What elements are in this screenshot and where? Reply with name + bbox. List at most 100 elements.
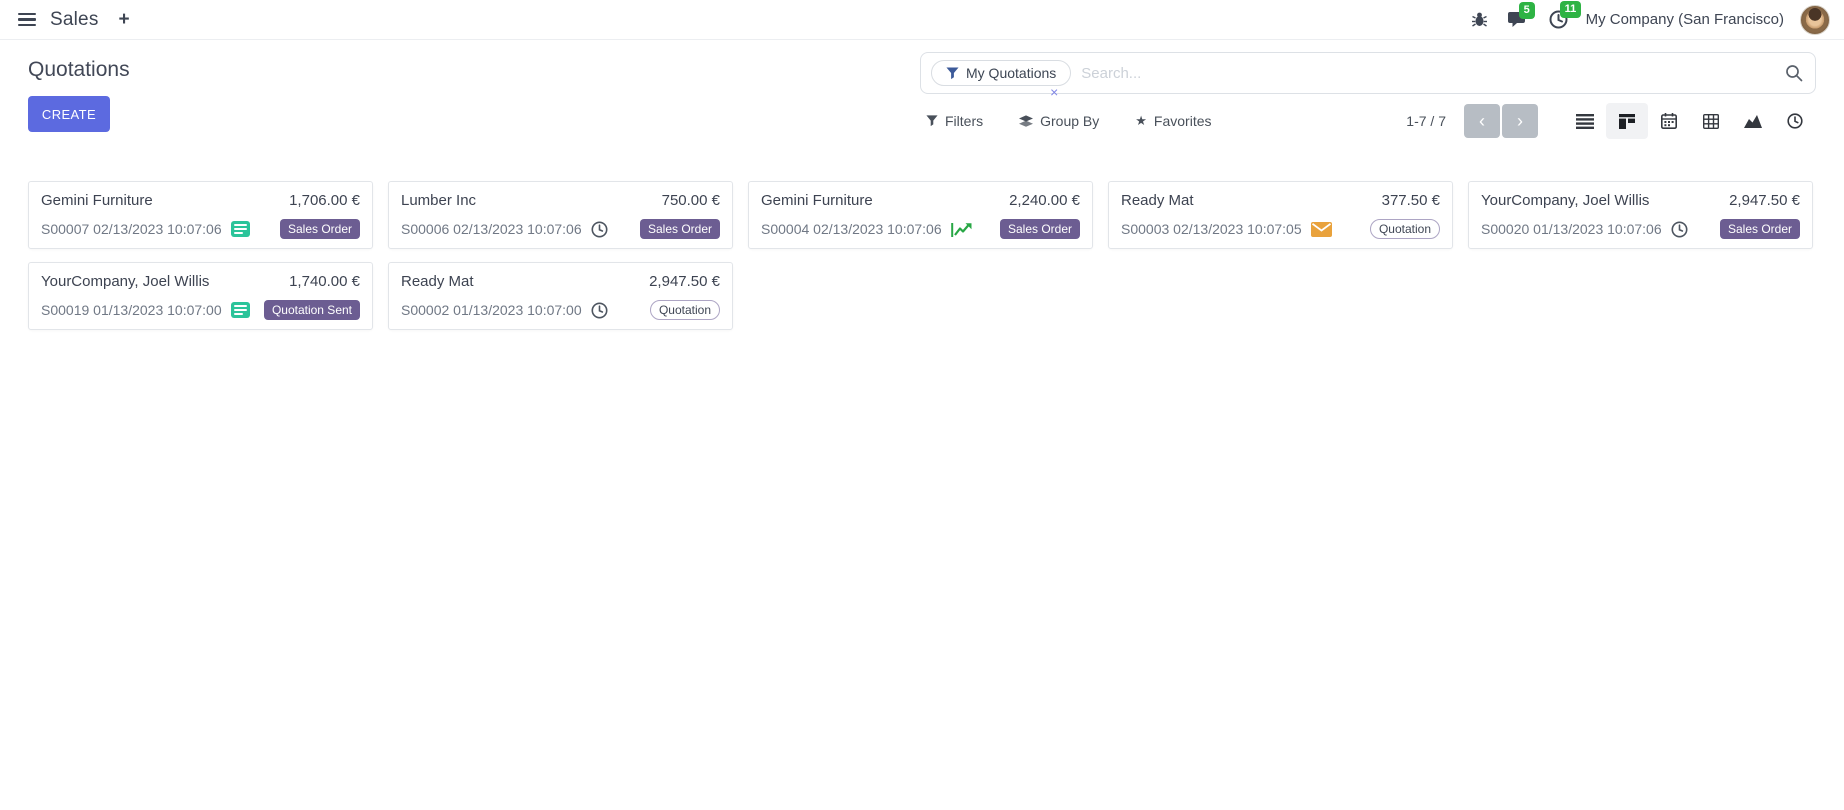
search-bar[interactable]: My Quotations × — [920, 52, 1816, 94]
card-status-badge: Quotation Sent — [264, 300, 360, 320]
search-input[interactable] — [1071, 65, 1785, 82]
bug-icon — [1471, 11, 1488, 28]
quotation-card[interactable]: Lumber Inc 750.00 € S00006 02/13/2023 10… — [388, 181, 733, 249]
clock-activity-icon[interactable] — [591, 221, 608, 238]
pager-next-icon[interactable]: › — [1502, 104, 1538, 138]
graph-view-icon[interactable] — [1732, 103, 1774, 139]
control-panel-row2: Filters Group By ★ Favorites 1-7 / 7 ‹ — [920, 103, 1816, 139]
clock-activity-icon[interactable] — [591, 302, 608, 319]
card-amount: 1,740.00 € — [289, 273, 360, 290]
card-bottom-row: S00002 01/13/2023 10:07:00 Quotation — [401, 300, 720, 320]
card-amount: 2,947.50 € — [1729, 192, 1800, 209]
activities-count-badge: 11 — [1560, 1, 1582, 18]
filters-funnel-icon — [926, 115, 938, 127]
card-bottom-row: S00004 02/13/2023 10:07:06 Sales Order — [761, 219, 1080, 239]
filter-funnel-icon — [946, 67, 959, 80]
favorites-star-icon: ★ — [1135, 113, 1147, 129]
card-customer: Lumber Inc — [401, 192, 476, 209]
note-activity-icon[interactable] — [231, 302, 250, 318]
card-top-row: Lumber Inc 750.00 € — [401, 192, 720, 209]
card-reference: S00006 02/13/2023 10:07:06 — [401, 221, 582, 237]
card-reference: S00004 02/13/2023 10:07:06 — [761, 221, 942, 237]
filters-button[interactable]: Filters — [926, 113, 983, 129]
activity-view-icon[interactable] — [1774, 103, 1816, 139]
debug-bug-icon[interactable] — [1469, 9, 1490, 30]
note-activity-icon[interactable] — [231, 221, 250, 237]
trend-up-activity-icon[interactable] — [951, 221, 973, 238]
card-bottom-row: S00020 01/13/2023 10:07:06 Sales Order — [1481, 219, 1800, 239]
navbar-left: Sales + — [10, 3, 140, 37]
top-navbar: Sales + 5 11 My C — [0, 0, 1844, 40]
facet-label: My Quotations — [966, 65, 1056, 81]
quotation-card[interactable]: YourCompany, Joel Willis 1,740.00 € S000… — [28, 262, 373, 330]
systray: 5 11 My Company (San Francisco) — [1469, 5, 1830, 35]
pager-previous-icon[interactable]: ‹ — [1464, 104, 1500, 138]
view-switcher — [1564, 103, 1816, 139]
apps-menu-icon[interactable] — [10, 3, 44, 37]
group-by-label: Group By — [1040, 113, 1099, 129]
card-status-badge: Sales Order — [1000, 219, 1080, 239]
pivot-view-icon[interactable] — [1690, 103, 1732, 139]
pager-and-views: 1-7 / 7 ‹ › — [1406, 103, 1816, 139]
page-title: Quotations — [28, 58, 130, 82]
messages-count-badge: 5 — [1519, 2, 1535, 19]
card-customer: Ready Mat — [1121, 192, 1194, 209]
card-amount: 2,947.50 € — [649, 273, 720, 290]
kanban-view-icon[interactable] — [1606, 103, 1648, 139]
card-bottom-row: S00007 02/13/2023 10:07:06 Sales Order — [41, 219, 360, 239]
create-button[interactable]: CREATE — [28, 96, 110, 132]
card-status-badge: Quotation — [650, 300, 720, 320]
clock-activity-icon[interactable] — [1671, 221, 1688, 238]
search-facet-my-quotations[interactable]: My Quotations × — [931, 60, 1071, 86]
kanban-view: Gemini Furniture 1,706.00 € S00007 02/13… — [0, 149, 1844, 362]
card-reference-wrap: S00007 02/13/2023 10:07:06 — [41, 221, 250, 237]
calendar-view-icon[interactable] — [1648, 103, 1690, 139]
quotation-card[interactable]: YourCompany, Joel Willis 2,947.50 € S000… — [1468, 181, 1813, 249]
card-bottom-row: S00003 02/13/2023 10:07:05 Quotation — [1121, 219, 1440, 239]
activities-button[interactable]: 11 — [1547, 8, 1570, 31]
card-top-row: YourCompany, Joel Willis 2,947.50 € — [1481, 192, 1800, 209]
card-top-row: YourCompany, Joel Willis 1,740.00 € — [41, 273, 360, 290]
card-reference-wrap: S00004 02/13/2023 10:07:06 — [761, 221, 973, 238]
card-customer: Ready Mat — [401, 273, 474, 290]
quotation-card[interactable]: Ready Mat 377.50 € S00003 02/13/2023 10:… — [1108, 181, 1453, 249]
card-reference-wrap: S00006 02/13/2023 10:07:06 — [401, 221, 608, 238]
card-bottom-row: S00019 01/13/2023 10:07:00 Quotation Sen… — [41, 300, 360, 320]
quotation-card[interactable]: Gemini Furniture 2,240.00 € S00004 02/13… — [748, 181, 1093, 249]
quotation-card[interactable]: Gemini Furniture 1,706.00 € S00007 02/13… — [28, 181, 373, 249]
card-top-row: Gemini Furniture 2,240.00 € — [761, 192, 1080, 209]
favorites-label: Favorites — [1154, 113, 1212, 129]
group-by-button[interactable]: Group By — [1019, 113, 1099, 129]
card-customer: YourCompany, Joel Willis — [1481, 192, 1649, 209]
pager-value: 1-7 / 7 — [1406, 113, 1446, 129]
list-view-icon[interactable] — [1564, 103, 1606, 139]
card-amount: 1,706.00 € — [289, 192, 360, 209]
card-status-badge: Quotation — [1370, 219, 1440, 239]
card-customer: YourCompany, Joel Willis — [41, 273, 209, 290]
group-by-layers-icon — [1019, 115, 1033, 128]
filters-label: Filters — [945, 113, 983, 129]
messages-button[interactable]: 5 — [1506, 9, 1531, 31]
card-status-badge: Sales Order — [1720, 219, 1800, 239]
favorites-button[interactable]: ★ Favorites — [1135, 113, 1211, 129]
company-switcher[interactable]: My Company (San Francisco) — [1586, 11, 1784, 28]
app-name[interactable]: Sales — [50, 9, 99, 31]
user-avatar[interactable] — [1800, 5, 1830, 35]
facet-remove-icon[interactable]: × — [1050, 85, 1058, 99]
control-panel-right: My Quotations × Filters — [920, 52, 1816, 139]
card-reference: S00007 02/13/2023 10:07:06 — [41, 221, 222, 237]
card-amount: 377.50 € — [1382, 192, 1440, 209]
add-menu-icon[interactable]: + — [109, 7, 140, 33]
card-amount: 750.00 € — [662, 192, 720, 209]
control-panel: Quotations CREATE My Quotations × — [0, 40, 1844, 149]
card-customer: Gemini Furniture — [761, 192, 873, 209]
card-reference: S00002 01/13/2023 10:07:00 — [401, 302, 582, 318]
quotation-card[interactable]: Ready Mat 2,947.50 € S00002 01/13/2023 1… — [388, 262, 733, 330]
card-reference-wrap: S00003 02/13/2023 10:07:05 — [1121, 221, 1332, 237]
card-reference-wrap: S00002 01/13/2023 10:07:00 — [401, 302, 608, 319]
card-status-badge: Sales Order — [280, 219, 360, 239]
search-icon[interactable] — [1785, 64, 1803, 82]
card-top-row: Gemini Furniture 1,706.00 € — [41, 192, 360, 209]
envelope-activity-icon[interactable] — [1311, 222, 1332, 237]
card-status-badge: Sales Order — [640, 219, 720, 239]
